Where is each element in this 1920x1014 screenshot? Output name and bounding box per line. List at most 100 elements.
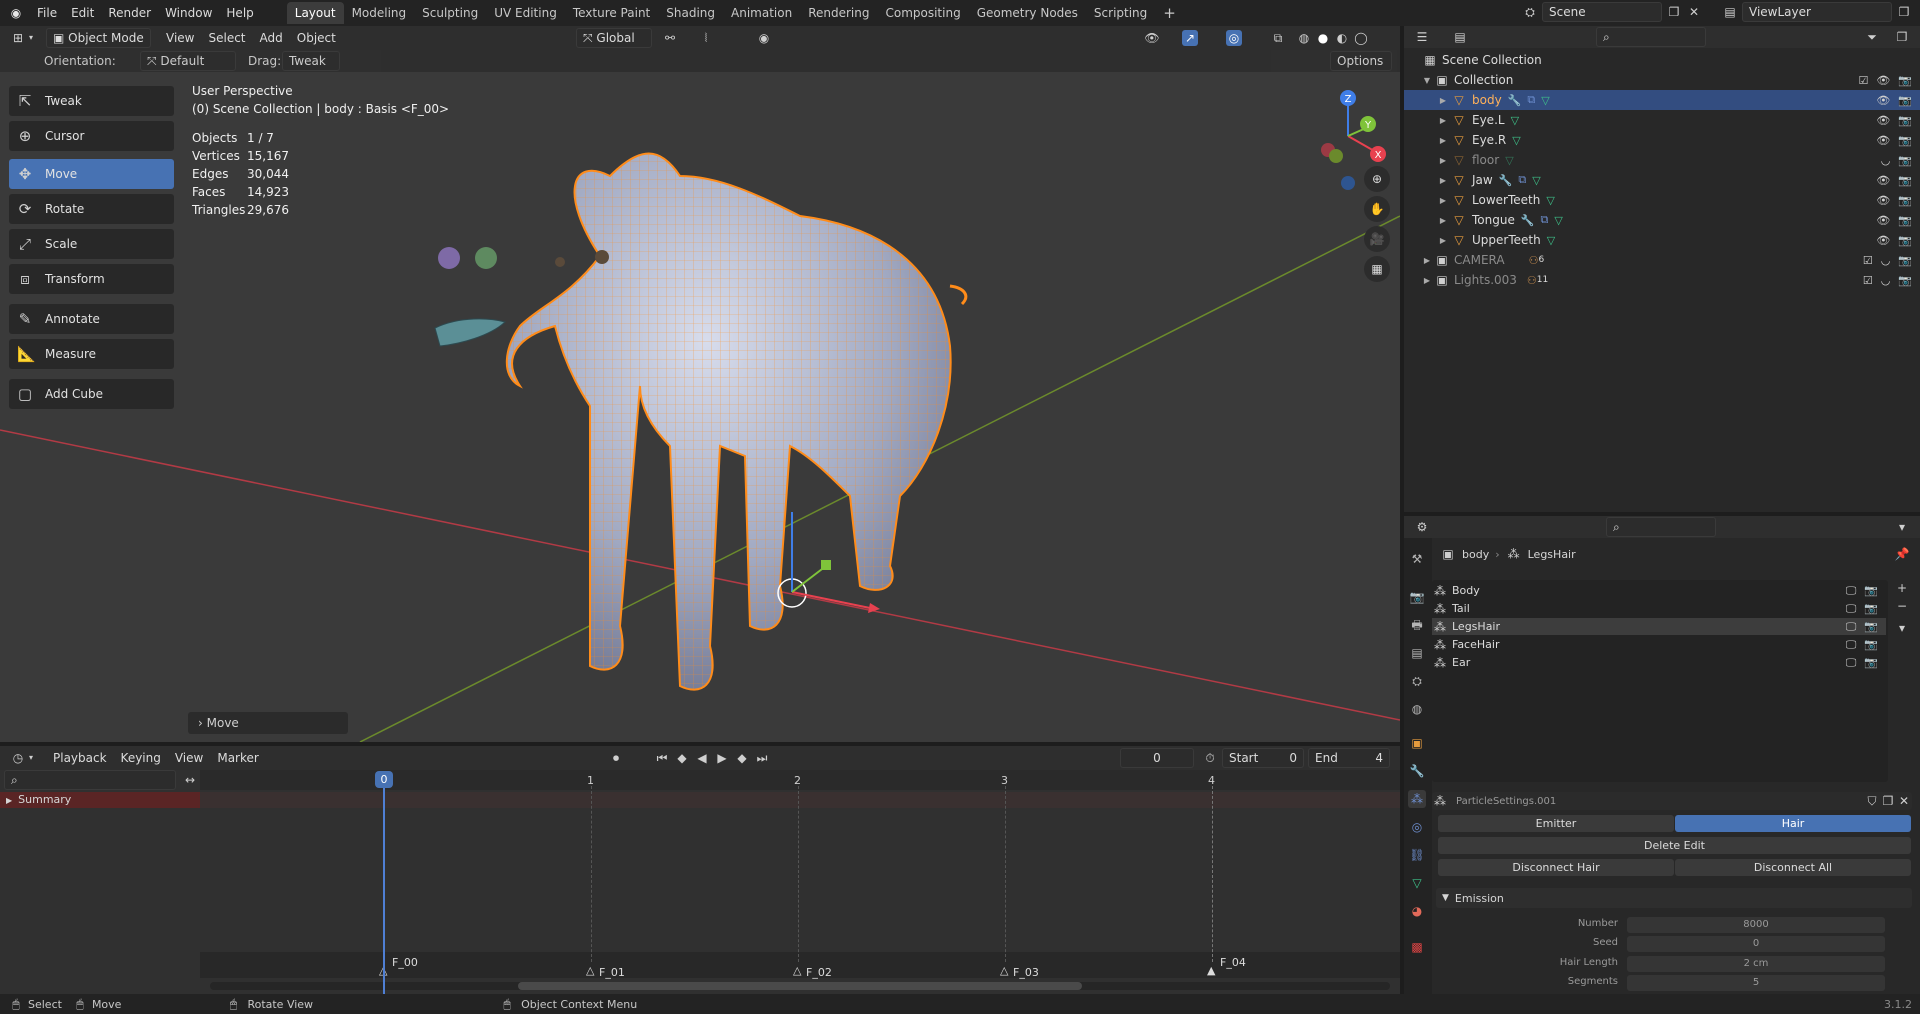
- render-tab-icon[interactable]: 📷: [1408, 588, 1426, 606]
- camera-objects-icon[interactable]: ⚇: [1529, 254, 1539, 267]
- list-item[interactable]: ⁂ LegsHair 🖵 📷: [1432, 618, 1886, 635]
- new-scene-icon[interactable]: ❐: [1666, 4, 1682, 20]
- pan-hand-icon[interactable]: ✋: [1364, 196, 1390, 222]
- camera-icon[interactable]: 📷: [1864, 638, 1878, 652]
- swap-icon[interactable]: ↔: [182, 772, 198, 788]
- shape-keys-icon[interactable]: ⧉: [1541, 213, 1549, 227]
- scene-collection-row[interactable]: ▦ Scene Collection: [1404, 50, 1920, 70]
- tab-shading[interactable]: Shading: [658, 2, 723, 24]
- start-frame-field[interactable]: Start 0: [1222, 748, 1304, 768]
- wrench-icon[interactable]: 🔧: [1521, 214, 1535, 227]
- delete-scene-icon[interactable]: ✕: [1686, 4, 1702, 20]
- marker-triangle-icon[interactable]: △: [586, 964, 594, 977]
- menu-help[interactable]: Help: [219, 0, 260, 26]
- expand-arrow-icon[interactable]: ▶: [1436, 156, 1450, 165]
- scene-icon[interactable]: ⛭: [1522, 4, 1538, 20]
- overlay-toggle-icon[interactable]: ◎: [1226, 30, 1242, 46]
- monitor-icon[interactable]: 🖵: [1846, 602, 1857, 616]
- add-slot-icon[interactable]: +: [1894, 580, 1910, 596]
- expand-arrow-icon[interactable]: ▶: [1436, 136, 1450, 145]
- tab-uv-editing[interactable]: UV Editing: [486, 2, 565, 24]
- gizmo-toggle-icon[interactable]: ↗: [1182, 30, 1198, 46]
- camera-icon[interactable]: 📷: [1864, 584, 1878, 598]
- eye-closed-icon[interactable]: ◡: [1881, 274, 1891, 287]
- marker-triangle-icon[interactable]: △: [793, 964, 801, 977]
- list-item[interactable]: ⁂ FaceHair 🖵 📷: [1432, 636, 1886, 653]
- outliner-item-lowerteeth[interactable]: ▶ ▽ LowerTeeth ▽ 👁 📷: [1404, 190, 1920, 210]
- physics-tab-icon[interactable]: ◎: [1408, 818, 1426, 836]
- timeline-menu-marker[interactable]: Marker: [210, 745, 265, 771]
- eye-icon[interactable]: 👁: [1876, 214, 1890, 227]
- monitor-icon[interactable]: 🖵: [1846, 584, 1857, 598]
- eye-sphere-left[interactable]: [438, 247, 460, 269]
- delete-view-layer-icon[interactable]: ✕: [1916, 4, 1920, 20]
- eye-icon[interactable]: 👁: [1876, 114, 1890, 127]
- raccoon-mesh[interactable]: [505, 152, 968, 691]
- proportional-edit-icon[interactable]: ◉: [756, 30, 772, 46]
- scene-tab-icon[interactable]: ⛭: [1408, 672, 1426, 690]
- type-hair-button[interactable]: Hair: [1675, 815, 1911, 832]
- list-item[interactable]: ⁂ Body 🖵 📷: [1432, 582, 1886, 599]
- drag-selector[interactable]: Tweak: [282, 51, 340, 71]
- visibility-icon[interactable]: 👁: [1144, 30, 1160, 46]
- checkbox-icon[interactable]: ☑: [1858, 74, 1868, 87]
- segments-field[interactable]: 5: [1627, 975, 1885, 991]
- transform-orientation-selector[interactable]: ⤧ Global: [576, 28, 652, 48]
- play-icon[interactable]: ▶: [714, 750, 730, 766]
- timeline-menu-playback[interactable]: Playback: [46, 745, 114, 771]
- tab-animation[interactable]: Animation: [723, 2, 800, 24]
- outliner-item-lights[interactable]: ▶ ▣ Lights.003 ⚇ 11 ☑ ◡ 📷: [1404, 270, 1920, 290]
- tab-compositing[interactable]: Compositing: [877, 2, 968, 24]
- world-tab-icon[interactable]: ◍: [1408, 700, 1426, 718]
- texture-tab-icon[interactable]: ▩: [1408, 938, 1426, 956]
- number-field[interactable]: 8000: [1627, 917, 1885, 933]
- camera-icon[interactable]: 📷: [1898, 174, 1912, 187]
- eye-icon[interactable]: 👁: [1876, 174, 1890, 187]
- particles-tab-icon[interactable]: ⁂: [1408, 790, 1426, 808]
- disconnect-hair-button[interactable]: Disconnect Hair: [1438, 859, 1674, 876]
- outliner-editor-icon[interactable]: ☰: [1414, 29, 1430, 45]
- orientation-selector[interactable]: ⤧ Default: [140, 51, 236, 71]
- outliner-item-eye-r[interactable]: ▶ ▽ Eye.R ▽ 👁 📷: [1404, 130, 1920, 150]
- expand-arrow-icon[interactable]: ▶: [1436, 116, 1450, 125]
- marker-label[interactable]: F_00: [392, 956, 418, 969]
- marker-triangle-icon[interactable]: ▲: [1207, 964, 1215, 977]
- expand-arrow-icon[interactable]: ▶: [1420, 276, 1434, 285]
- add-workspace-button[interactable]: +: [1155, 2, 1184, 24]
- ortho-grid-icon[interactable]: ▦: [1364, 256, 1390, 282]
- eye-sphere-right[interactable]: [475, 247, 497, 269]
- jaw-object[interactable]: [434, 318, 507, 347]
- expand-arrow-icon[interactable]: ▶: [1436, 216, 1450, 225]
- camera-icon[interactable]: 📷: [1864, 602, 1878, 616]
- marker-label[interactable]: F_04: [1220, 956, 1246, 969]
- checkbox-icon[interactable]: ☑: [1863, 274, 1873, 287]
- tab-modeling[interactable]: Modeling: [344, 2, 415, 24]
- mesh-data-icon[interactable]: ▽: [1511, 114, 1519, 127]
- new-view-layer-icon[interactable]: ❐: [1896, 4, 1912, 20]
- menu-file[interactable]: File: [30, 0, 64, 26]
- particle-settings-selector[interactable]: ⁂ ParticleSettings.001 ⛉ ❐ ✕: [1432, 792, 1912, 810]
- tab-sculpting[interactable]: Sculpting: [414, 2, 486, 24]
- jump-keyframe-forward-icon[interactable]: ◆: [734, 750, 750, 766]
- viewport-menu-object[interactable]: Object: [290, 26, 343, 51]
- checkbox-icon[interactable]: ☑: [1863, 254, 1873, 267]
- tool-transform[interactable]: ⧈ Transform: [9, 264, 174, 294]
- end-frame-field[interactable]: End 4: [1308, 748, 1390, 768]
- mesh-data-icon[interactable]: ▽: [1554, 214, 1562, 227]
- material-tab-icon[interactable]: ◕: [1408, 902, 1426, 920]
- camera-icon[interactable]: 📷: [1898, 74, 1912, 87]
- outliner-search-input[interactable]: ⌕: [1596, 27, 1706, 47]
- timeline-scrollbar-thumb[interactable]: [518, 982, 1082, 990]
- tool-add-cube[interactable]: ▢ Add Cube: [9, 379, 174, 409]
- properties-editor-icon[interactable]: ⚙: [1414, 519, 1430, 535]
- tab-scripting[interactable]: Scripting: [1086, 2, 1155, 24]
- mesh-data-icon[interactable]: ▽: [1532, 174, 1540, 187]
- dropdown-arrow-icon[interactable]: ▾: [1894, 519, 1910, 535]
- duplicate-icon[interactable]: ❐: [1880, 793, 1896, 809]
- viewport-menu-select[interactable]: Select: [201, 26, 252, 51]
- eye-icon[interactable]: 👁: [1876, 74, 1890, 87]
- tab-rendering[interactable]: Rendering: [800, 2, 877, 24]
- expand-arrow-icon[interactable]: ▶: [1436, 96, 1450, 105]
- snap-icon[interactable]: ⦚: [698, 30, 714, 46]
- collection-row[interactable]: ▼ ▣ Collection ☑ 👁 📷: [1404, 70, 1920, 90]
